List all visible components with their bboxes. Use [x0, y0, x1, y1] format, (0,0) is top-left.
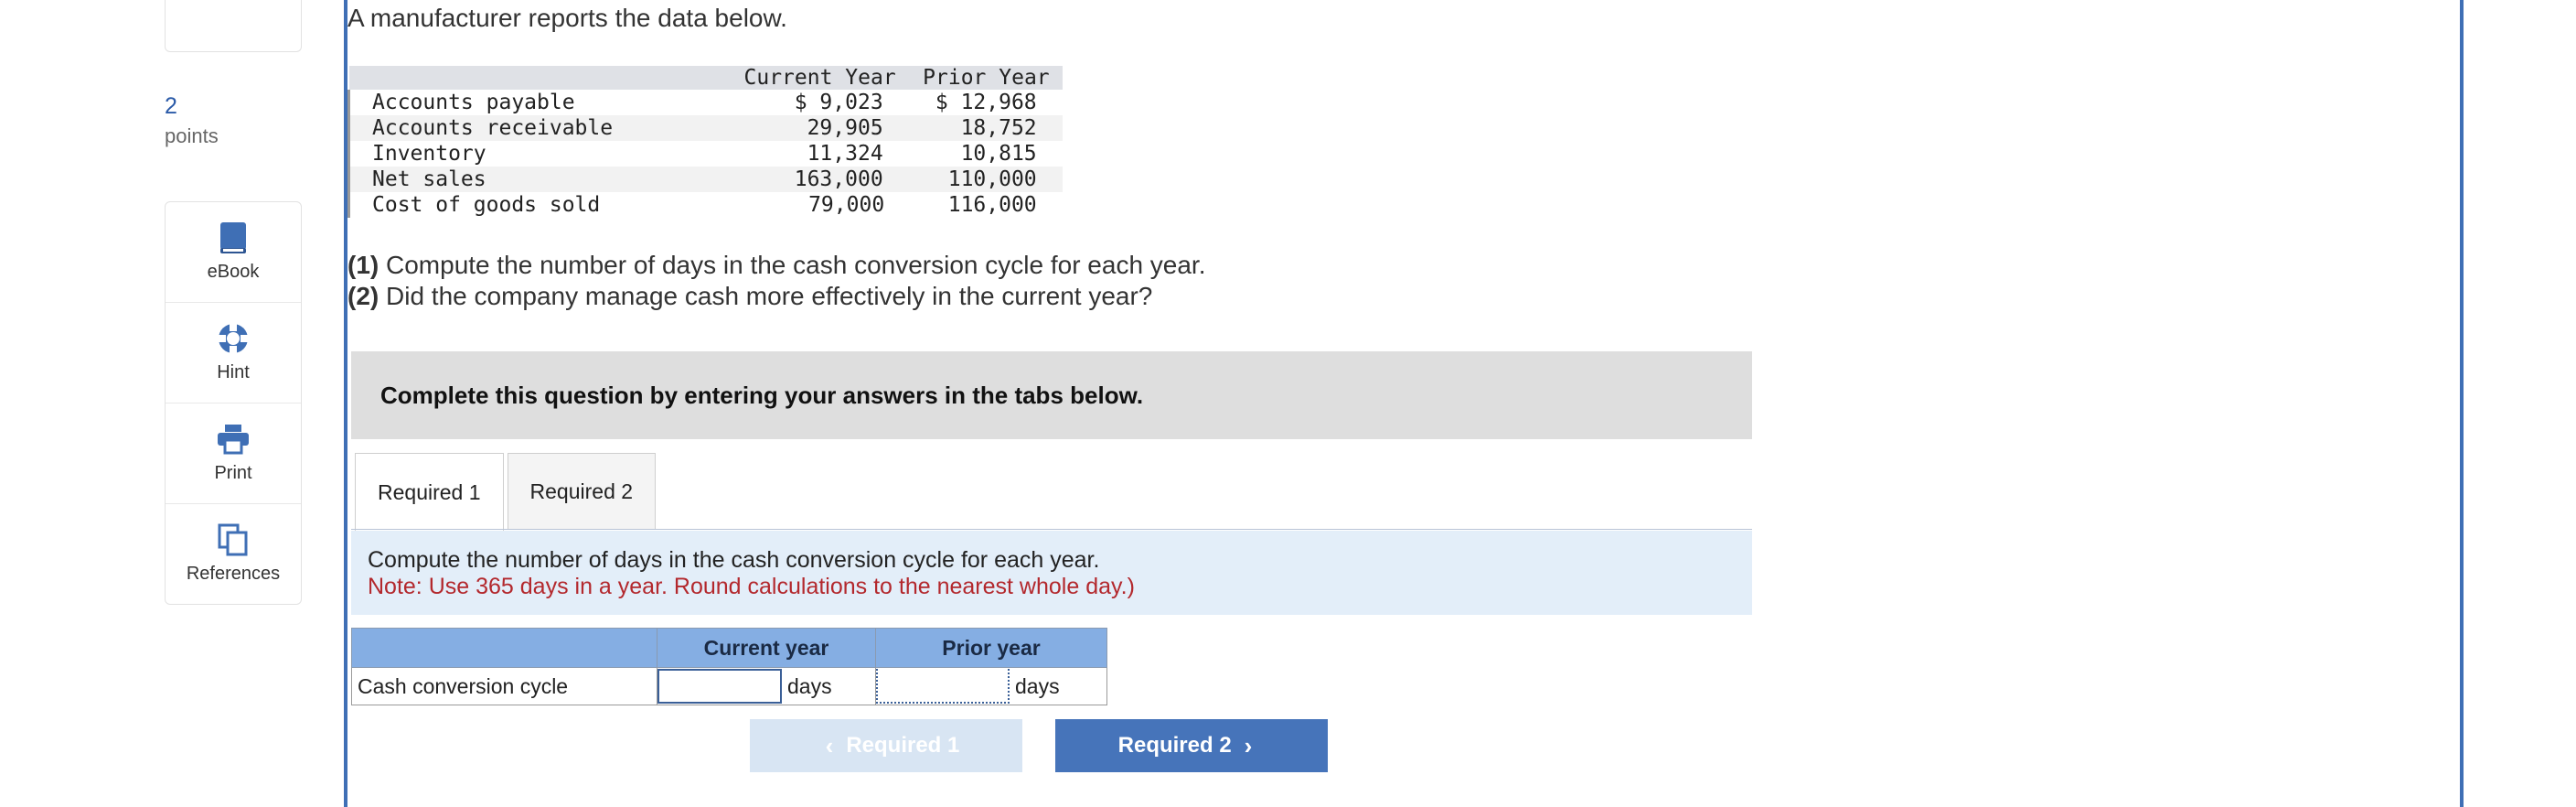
current-unit: days: [787, 673, 832, 698]
tab-divider: [351, 529, 1752, 530]
row-label: Inventory: [347, 141, 732, 167]
current-value: $ 9,023: [794, 91, 883, 114]
financial-data-table: Current Year Prior Year Accounts payable…: [347, 66, 1063, 218]
header-blank: [348, 66, 732, 90]
prior-year-input[interactable]: [876, 669, 1010, 704]
tab-required-1[interactable]: Required 1: [355, 453, 504, 532]
row-label: Net sales: [347, 167, 732, 192]
book-icon: [217, 221, 250, 254]
copy-documents-icon: [217, 523, 250, 556]
previous-tab-button[interactable]: ‹ Required 1: [750, 719, 1022, 772]
answer-header-current: Current year: [657, 628, 876, 668]
references-button[interactable]: References: [166, 504, 301, 604]
ebook-button[interactable]: eBook: [166, 202, 301, 303]
prior-value: 110,000: [910, 167, 1063, 192]
prev-label: Required 1: [846, 733, 960, 758]
row-label: Accounts receivable: [347, 115, 732, 141]
printer-icon: [217, 423, 250, 456]
question-part-2: (2) Did the company manage cash more eff…: [347, 282, 1152, 311]
hint-button[interactable]: Hint: [166, 303, 301, 404]
header-prior-year: Prior Year: [910, 66, 1063, 90]
current-value: 163,000: [731, 167, 911, 192]
prior-value: 116,000: [947, 193, 1037, 217]
tab-instructions: Compute the number of days in the cash c…: [351, 531, 1752, 615]
references-label: References: [186, 564, 281, 584]
prior-unit: days: [1015, 673, 1060, 698]
prior-year-cell: days: [875, 667, 1107, 705]
print-button[interactable]: Print: [166, 404, 301, 504]
prior-value: $ 12,968: [935, 91, 1037, 114]
instruction-note: Note: Use 365 days in a year. Round calc…: [368, 574, 1135, 599]
instruction-text: Compute the number of days in the cash c…: [368, 547, 1100, 573]
ebook-label: eBook: [207, 262, 260, 282]
chevron-left-icon: ‹: [825, 731, 834, 759]
answer-header-blank: [351, 628, 657, 668]
current-year-input[interactable]: [657, 669, 782, 704]
table-row: Cash conversion cycle days days: [351, 667, 1107, 705]
current-value: 11,324: [807, 142, 883, 166]
instruction-banner: Complete this question by entering your …: [351, 351, 1752, 439]
part-text: Did the company manage cash more effecti…: [379, 282, 1153, 310]
question-part-1: (1) Compute the number of days in the ca…: [347, 251, 1206, 280]
tab-required-2[interactable]: Required 2: [507, 453, 657, 530]
part-number: (2): [347, 282, 379, 310]
print-label: Print: [214, 463, 252, 483]
row-label: Cost of goods sold: [347, 192, 732, 218]
table-row: Net sales 163,000 110,000: [347, 167, 1063, 192]
table-row: Accounts payable $ 9,023 $ 12,968: [347, 90, 1063, 115]
table-row: Accounts receivable 29,905 18,752: [347, 115, 1063, 141]
part-number: (1): [347, 251, 379, 279]
points-label: points: [165, 124, 219, 147]
prior-value: 10,815: [960, 142, 1037, 166]
answer-row-label: Cash conversion cycle: [351, 667, 657, 705]
lifebuoy-icon: [217, 322, 250, 355]
answer-header-prior: Prior year: [875, 628, 1107, 668]
prior-value: 18,752: [910, 115, 1063, 141]
tool-panel: eBook Hint Print References: [165, 201, 302, 605]
question-intro: A manufacturer reports the data below.: [347, 4, 787, 32]
table-row: Cost of goods sold 79,000 116,000: [347, 192, 1063, 218]
part-text: Compute the number of days in the cash c…: [379, 251, 1206, 279]
page-border-right: [2460, 0, 2464, 807]
points-value: 2: [165, 93, 177, 119]
answer-table: Current year Prior year Cash conversion …: [351, 628, 1107, 705]
chevron-right-icon: ›: [1244, 731, 1253, 759]
previous-question-card: [165, 0, 302, 52]
current-value: 29,905: [731, 115, 911, 141]
table-row: Inventory 11,324 10,815: [347, 141, 1063, 167]
current-year-cell: days: [657, 667, 876, 705]
header-current-year: Current Year: [731, 66, 911, 90]
tab-bar: Required 1 Required 2: [355, 453, 657, 532]
row-label: Accounts payable: [347, 90, 732, 115]
next-tab-button[interactable]: Required 2 ›: [1055, 719, 1328, 772]
hint-label: Hint: [217, 362, 250, 382]
current-value: 79,000: [808, 193, 885, 217]
next-label: Required 2: [1117, 733, 1232, 758]
